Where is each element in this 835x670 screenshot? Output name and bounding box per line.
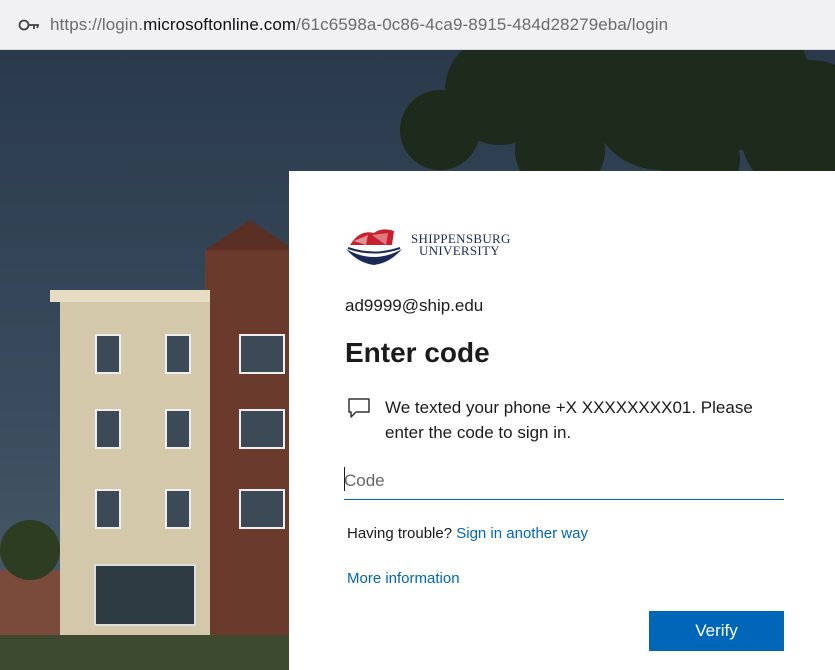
signin-card: SHIPPENSBURG UNIVERSITY ad9999@ship.edu … xyxy=(289,171,835,670)
trouble-row: Having trouble? Sign in another way xyxy=(347,525,588,542)
code-input[interactable] xyxy=(344,463,784,500)
account-email: ad9999@ship.edu xyxy=(345,296,484,315)
verify-button[interactable]: Verify xyxy=(649,611,784,651)
trouble-label: Having trouble? xyxy=(347,525,457,542)
address-bar[interactable]: https://login.microsoftonline.com/61c659… xyxy=(0,0,835,50)
url-path: /61c6598a-0c86-4ca9-8915-484d28279eba/lo… xyxy=(296,14,669,34)
university-logo: SHIPPENSBURG UNIVERSITY xyxy=(344,223,514,273)
sms-message-text: We texted your phone +X XXXXXXXX01. Plea… xyxy=(385,398,753,442)
logo-wordmark: SHIPPENSBURG UNIVERSITY xyxy=(411,232,511,258)
logo-line-2: UNIVERSITY xyxy=(419,243,500,258)
url-host: microsoftonline.com xyxy=(143,14,297,34)
more-information-link[interactable]: More information xyxy=(347,570,460,587)
text-caret xyxy=(344,467,345,491)
page-title: Enter code xyxy=(345,337,490,368)
key-icon xyxy=(18,17,40,33)
url-text[interactable]: https://login.microsoftonline.com/61c659… xyxy=(50,15,668,35)
sign-in-another-way-link[interactable]: Sign in another way xyxy=(456,525,588,542)
url-prefix: https://login. xyxy=(50,14,144,34)
chat-bubble-icon xyxy=(347,397,371,419)
ship-logo-icon xyxy=(346,229,402,265)
sms-message: We texted your phone +X XXXXXXXX01. Plea… xyxy=(347,395,787,445)
